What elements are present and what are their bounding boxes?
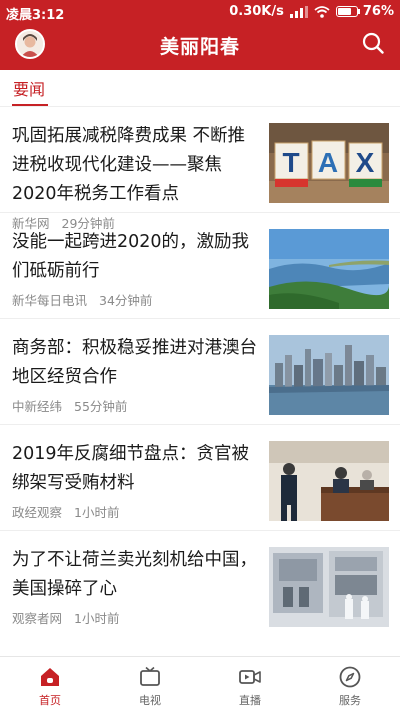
- news-source: 新华每日电讯: [12, 293, 88, 308]
- news-item[interactable]: 商务部：积极稳妥推进对港澳台地区经贸合作 中新经纬 55分钟前: [0, 320, 400, 425]
- news-source: 中新经纬: [12, 399, 63, 414]
- nav-services[interactable]: 服务: [300, 657, 400, 710]
- news-meta: 政经观察 1小时前: [12, 502, 119, 521]
- news-title: 巩固拓展减税降费成果 不断推进税收现代化建设——聚焦2020年税务工作看点: [12, 126, 246, 204]
- news-thumbnail: [269, 441, 389, 521]
- courtroom-image: [269, 441, 389, 521]
- wifi-icon: [314, 5, 330, 18]
- battery-level-fill: [337, 8, 351, 15]
- news-item[interactable]: 为了不让荷兰卖光刻机给中国，美国操碎了心 观察者网 1小时前: [0, 532, 400, 637]
- tab-active-indicator: [12, 104, 48, 106]
- battery-indicator: 76%: [335, 4, 394, 19]
- news-meta: 新华每日电讯 34分钟前: [12, 290, 152, 309]
- news-thumbnail: [269, 229, 389, 309]
- news-time: 1小时前: [74, 611, 120, 626]
- nav-home-label: 首页: [39, 694, 61, 707]
- status-time: 凌晨3:12: [6, 8, 65, 23]
- tab-strip: 要闻: [0, 70, 400, 107]
- nav-live-label: 直播: [239, 694, 261, 707]
- status-bar: 凌晨3:12 0.30K/s 76%: [0, 0, 400, 24]
- news-source: 政经观察: [12, 505, 63, 520]
- tab-headlines[interactable]: 要闻: [13, 76, 45, 100]
- app-title: 美丽阳春: [159, 36, 240, 58]
- news-time: 55分钟前: [74, 399, 128, 414]
- river-landscape-image: [269, 229, 389, 309]
- bottom-navigation: 首页 电视 直播 服务: [0, 656, 400, 710]
- news-time: 1小时前: [74, 505, 120, 520]
- status-indicators: 0.30K/s 76%: [229, 4, 394, 19]
- news-item[interactable]: 2019年反腐细节盘点：贪官被绑架写受贿材料 政经观察 1小时前: [0, 426, 400, 531]
- news-meta: 观察者网 1小时前: [12, 608, 119, 627]
- tax-blocks-image: T A X: [269, 123, 389, 203]
- search-icon[interactable]: [360, 30, 386, 56]
- news-thumbnail: [269, 547, 389, 627]
- tv-icon: [140, 666, 160, 686]
- news-item[interactable]: 没能一起跨进2020的，激励我们砥砺前行 新华每日电讯 34分钟前: [0, 214, 400, 319]
- battery-percent: 76%: [362, 4, 394, 19]
- network-speed: 0.30K/s: [229, 4, 284, 19]
- nav-tv-label: 电视: [139, 694, 161, 707]
- news-source: 观察者网: [12, 611, 63, 626]
- battery-icon: [335, 6, 358, 17]
- news-title: 没能一起跨进2020的，激励我们砥砺前行: [12, 232, 250, 281]
- signal-icon: [289, 5, 308, 18]
- news-time: 34分钟前: [99, 293, 153, 308]
- nav-live[interactable]: 直播: [200, 657, 300, 710]
- nav-services-label: 服务: [339, 694, 361, 707]
- news-title: 商务部：积极稳妥推进对港澳台地区经贸合作: [12, 338, 257, 387]
- news-meta: 中新经纬 55分钟前: [12, 396, 127, 415]
- harbor-skyline-image: [269, 335, 389, 415]
- news-title: 2019年反腐细节盘点：贪官被绑架写受贿材料: [12, 444, 250, 493]
- nav-tv[interactable]: 电视: [100, 657, 200, 710]
- news-title: 为了不让荷兰卖光刻机给中国，美国操碎了心: [12, 550, 257, 599]
- lithography-machine-image: [269, 547, 389, 627]
- news-thumbnail: T A X: [269, 123, 389, 203]
- news-item[interactable]: 巩固拓展减税降费成果 不断推进税收现代化建设——聚焦2020年税务工作看点 新华…: [0, 108, 400, 231]
- home-icon: [41, 668, 59, 686]
- svg-text:T: T: [282, 147, 299, 178]
- compass-icon: [339, 666, 361, 688]
- news-thumbnail: [269, 335, 389, 415]
- svg-text:X: X: [356, 147, 375, 178]
- nav-home[interactable]: 首页: [0, 657, 100, 710]
- svg-text:A: A: [318, 147, 338, 178]
- live-video-icon: [239, 670, 261, 684]
